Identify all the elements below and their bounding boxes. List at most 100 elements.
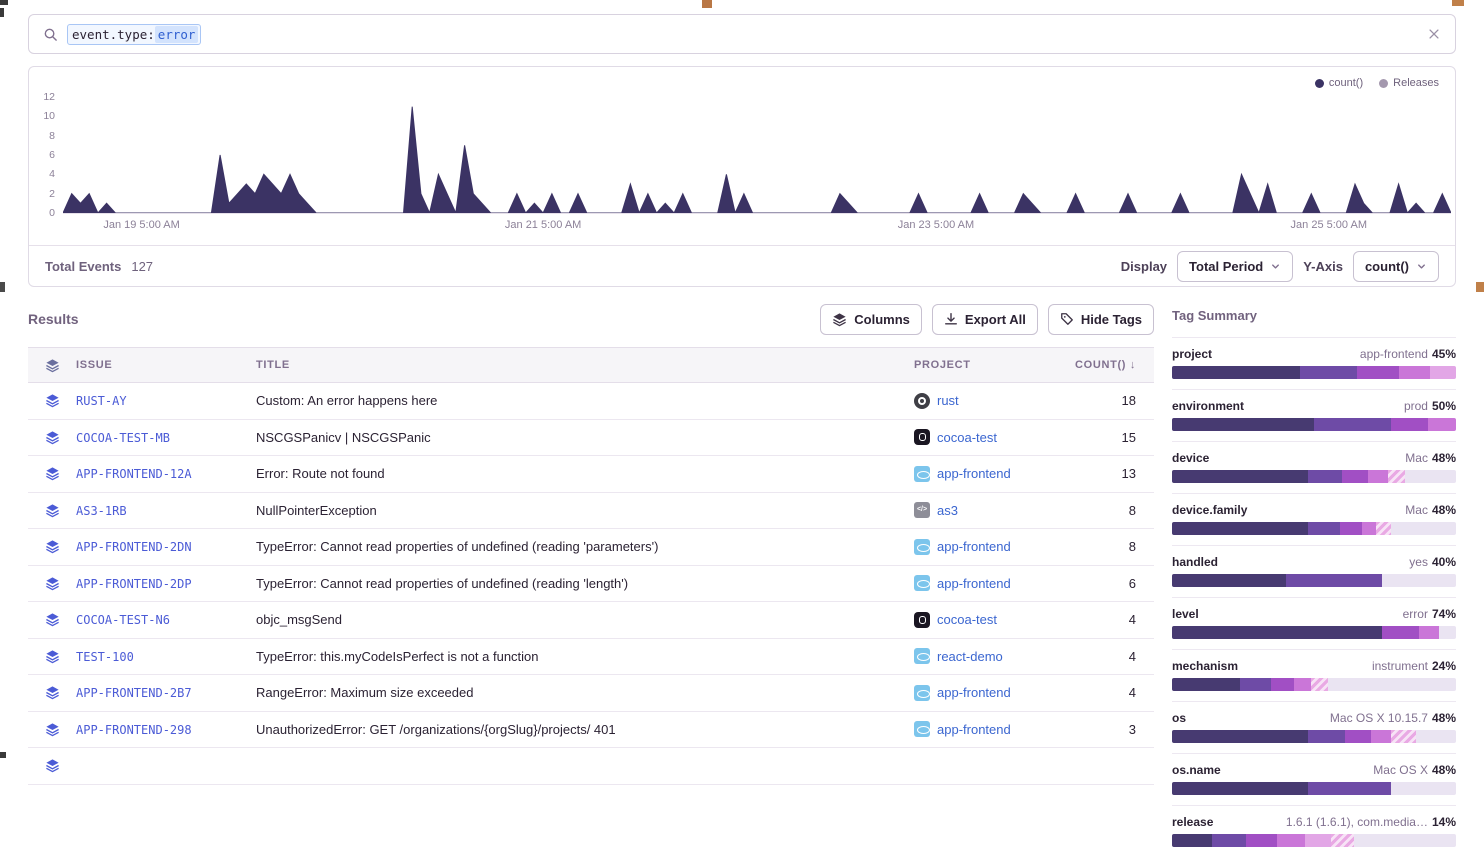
legend-item-releases[interactable]: Releases [1379,77,1439,89]
issue-link[interactable]: APP-FRONTEND-2DP [76,577,192,591]
issue-link[interactable]: RUST-AY [76,394,127,408]
issue-link[interactable]: COCOA-TEST-MB [76,431,170,445]
issue-link[interactable]: AS3-1RB [76,504,127,518]
tag-distribution-bar[interactable] [1172,782,1456,795]
project-link[interactable]: app-frontend [937,466,1011,481]
table-row[interactable]: COCOA-TEST-N6 objc_msgSend cocoa-test 4 [28,602,1154,639]
tag-key: device [1172,451,1209,465]
issue-link[interactable]: APP-FRONTEND-298 [76,723,192,737]
tag-distribution-bar[interactable] [1172,626,1456,639]
issue-link[interactable]: COCOA-TEST-N6 [76,613,170,627]
stack-icon[interactable] [45,612,60,627]
legend-item-count[interactable]: count() [1315,77,1363,89]
count-header-label: COUNT() [1075,359,1126,371]
column-header-issue[interactable]: ISSUE [76,359,256,371]
platform-icon [914,429,930,445]
project-link[interactable]: app-frontend [937,539,1011,554]
tag-summary-item: levelerror74% [1172,597,1456,639]
tag-top-value: Mac48% [1405,503,1456,517]
table-row[interactable]: RUST-AY Custom: An error happens here ru… [28,383,1154,420]
search-token[interactable]: event.type:error [67,24,201,45]
issue-link[interactable]: APP-FRONTEND-2DN [76,540,192,554]
tag-distribution-bar[interactable] [1172,418,1456,431]
column-header-count[interactable]: COUNT() ↓ [1064,359,1154,371]
selection-handle [0,282,5,292]
display-label: Display [1121,259,1167,274]
table-row[interactable]: AS3-1RB NullPointerException as3 8 [28,493,1154,530]
selection-handle [702,0,712,8]
chart-baseline [63,213,1451,214]
project-link[interactable]: app-frontend [937,576,1011,591]
display-select-value: Total Period [1189,259,1263,274]
tag-distribution-bar[interactable] [1172,366,1456,379]
columns-button[interactable]: Columns [820,304,922,335]
clear-search-button[interactable] [1427,27,1441,41]
total-events-label: Total Events [45,259,121,274]
table-row[interactable]: TEST-100 TypeError: this.myCodeIsPerfect… [28,639,1154,676]
chevron-down-icon [1270,261,1281,272]
project-link[interactable]: cocoa-test [937,612,997,627]
platform-icon [914,648,930,664]
hide-tags-button[interactable]: Hide Tags [1048,304,1154,335]
issue-link[interactable]: APP-FRONTEND-12A [76,467,192,481]
tag-key: handled [1172,555,1218,569]
stack-icon[interactable] [45,503,60,518]
table-row[interactable]: APP-FRONTEND-12A Error: Route not found … [28,456,1154,493]
search-token-value: error [155,26,199,43]
project-link[interactable]: app-frontend [937,722,1011,737]
project-link[interactable]: cocoa-test [937,430,997,445]
issue-title: NSCGSPanicv | NSCGSPanic [256,430,914,445]
stack-icon[interactable] [45,539,60,554]
tag-distribution-bar[interactable] [1172,522,1456,535]
tag-top-value: Mac OS X 10.15.748% [1330,711,1456,725]
tag-distribution-bar[interactable] [1172,730,1456,743]
issue-title: TypeError: Cannot read properties of und… [256,539,914,554]
table-row[interactable]: COCOA-TEST-MB NSCGSPanicv | NSCGSPanic c… [28,420,1154,457]
issue-title: NullPointerException [256,503,914,518]
display-select[interactable]: Total Period [1177,251,1293,282]
stack-icon[interactable] [45,393,60,408]
platform-icon [914,575,930,591]
stack-icon[interactable] [45,576,60,591]
table-row[interactable]: APP-FRONTEND-298 UnauthorizedError: GET … [28,712,1154,749]
tag-key: environment [1172,399,1244,413]
column-header-project[interactable]: PROJECT [914,359,1064,371]
issue-link[interactable]: TEST-100 [76,650,134,664]
issue-title: TypeError: Cannot read properties of und… [256,576,914,591]
project-link[interactable]: react-demo [937,649,1003,664]
search-bar[interactable]: event.type:error [28,14,1456,54]
stack-icon[interactable] [45,466,60,481]
tag-distribution-bar[interactable] [1172,470,1456,483]
table-row[interactable]: APP-FRONTEND-2DP TypeError: Cannot read … [28,566,1154,603]
issue-link[interactable]: APP-FRONTEND-2B7 [76,686,192,700]
column-header-title[interactable]: TITLE [256,359,914,371]
event-count: 8 [1064,539,1154,554]
events-area-chart[interactable] [63,97,1451,213]
tag-distribution-bar[interactable] [1172,834,1456,847]
stack-icon[interactable] [45,430,60,445]
stack-icon[interactable] [45,758,60,773]
event-count: 15 [1064,430,1154,445]
table-row[interactable]: APP-FRONTEND-2B7 RangeError: Maximum siz… [28,675,1154,712]
project-link[interactable]: as3 [937,503,958,518]
stack-icon[interactable] [45,649,60,664]
event-count: 3 [1064,722,1154,737]
tag-distribution-bar[interactable] [1172,678,1456,691]
stack-icon[interactable] [45,685,60,700]
table-row[interactable]: APP-FRONTEND-2DN TypeError: Cannot read … [28,529,1154,566]
stack-icon [45,358,60,373]
y-axis-select[interactable]: count() [1353,251,1439,282]
project-link[interactable]: app-frontend [937,685,1011,700]
events-chart-panel: count() Releases 024681012 Jan 19 5:00 A… [28,66,1456,287]
results-header: Results Columns Export All Hide Tags [28,302,1154,336]
project-link[interactable]: rust [937,393,959,408]
legend-label-count: count() [1329,77,1363,89]
platform-icon [914,721,930,737]
search-input[interactable]: event.type:error [67,24,201,45]
table-row-partial[interactable] [28,748,1154,785]
tag-distribution-bar[interactable] [1172,574,1456,587]
export-all-button-label: Export All [965,312,1026,327]
columns-button-label: Columns [854,312,910,327]
stack-icon[interactable] [45,722,60,737]
export-all-button[interactable]: Export All [932,304,1038,335]
